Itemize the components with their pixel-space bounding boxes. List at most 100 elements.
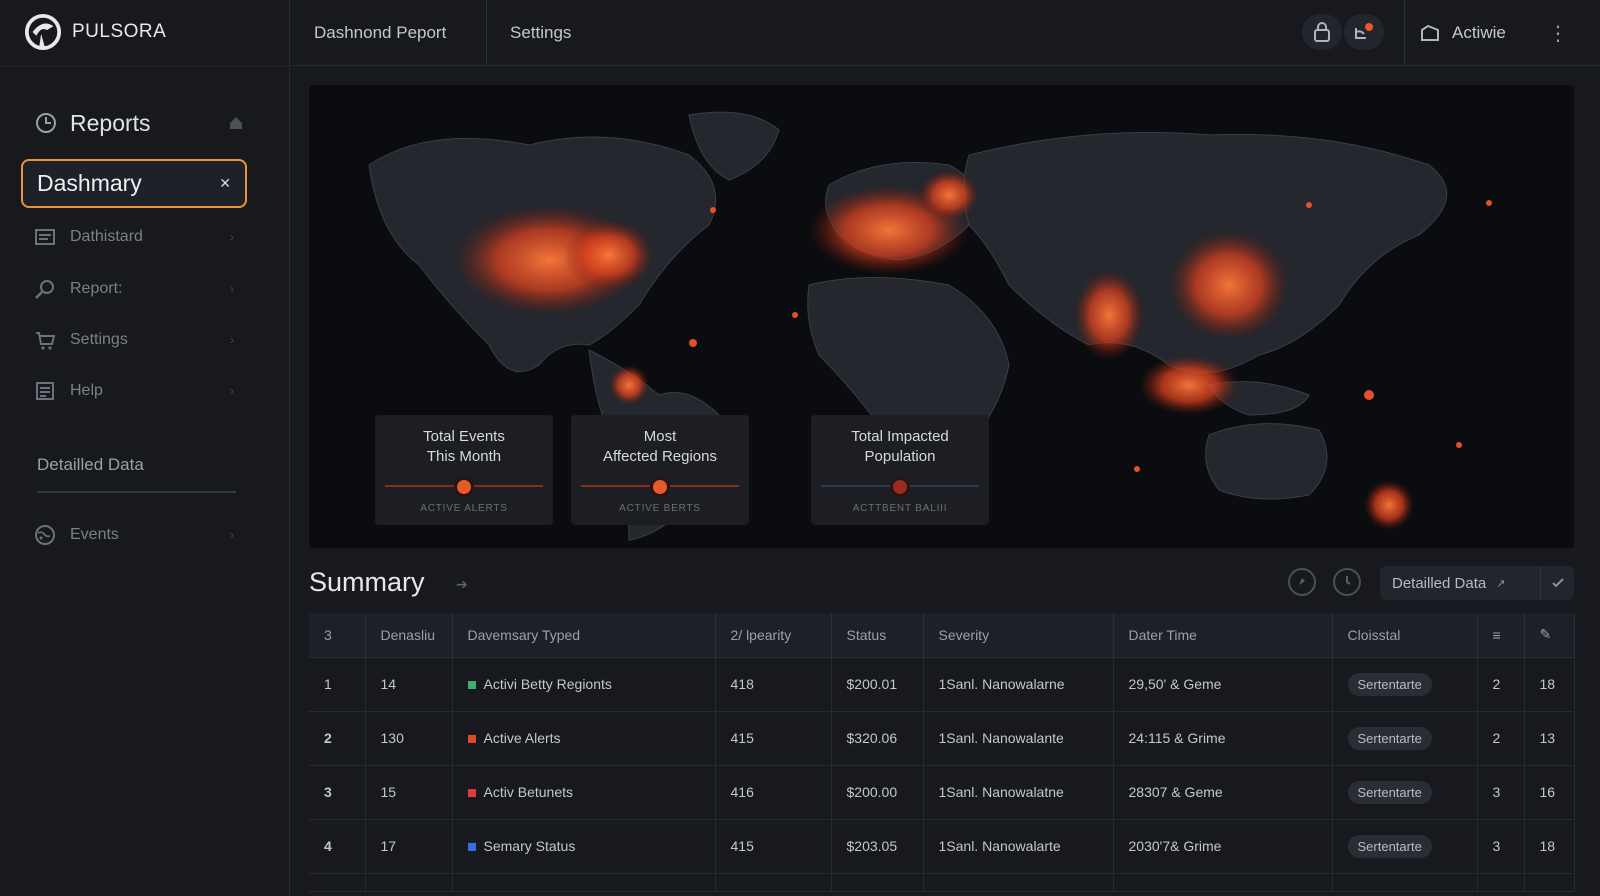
empty-cell	[1113, 873, 1333, 892]
cell-type: Activi Betty Regionts	[452, 657, 716, 712]
column-header[interactable]: 3	[309, 613, 366, 658]
sidebar-item-settings[interactable]: Settings ›	[34, 325, 234, 355]
cell-lpearity: 416	[715, 765, 832, 820]
cell-denasliu: 14	[365, 657, 453, 712]
cell-count-a: 2	[1477, 657, 1525, 712]
compass-icon	[1299, 578, 1305, 585]
notification-icon	[1355, 23, 1373, 39]
cell-classification: Sertentarte	[1332, 819, 1478, 874]
more-options-icon[interactable]: ⋮	[1548, 21, 1568, 46]
column-header[interactable]: Status	[831, 613, 924, 658]
sidebar-header-reports[interactable]: Reports	[34, 106, 244, 140]
stat-card-title: Total Events This Month	[375, 427, 553, 467]
cell-count-a: 3	[1477, 765, 1525, 820]
compass-button[interactable]	[1288, 568, 1316, 596]
stat-card-total-events[interactable]: Total Events This Month ACTIVE ALERTS	[375, 415, 553, 525]
cell-type: Active Alerts	[452, 711, 716, 766]
sidebar-item-report[interactable]: Report: ›	[34, 274, 234, 304]
stat-card-title-line: This Month	[426, 448, 502, 465]
stat-card-indicator	[650, 477, 670, 497]
column-header[interactable]: Denasliu	[365, 613, 453, 658]
column-header[interactable]: Dater Time	[1113, 613, 1333, 658]
brand-name: PULSORA	[72, 21, 167, 42]
cell-status: $200.01	[831, 657, 924, 712]
table-row[interactable]: 4 17 Semary Status 415 $203.05 1Sanl. Na…	[309, 819, 1575, 874]
tab-settings[interactable]: Settings	[510, 0, 571, 66]
clock-icon	[1346, 576, 1351, 585]
empty-cell	[309, 873, 366, 892]
pulsora-logo-icon	[24, 13, 62, 51]
sidebar-item-dathistard[interactable]: Dathistard ›	[34, 222, 234, 252]
cell-count-b: 16	[1524, 765, 1575, 820]
stat-card-indicator	[454, 477, 474, 497]
cell-count-b: 18	[1524, 819, 1575, 874]
cell-lpearity: 415	[715, 819, 832, 874]
summary-title: Summary	[309, 567, 425, 597]
row-index-link[interactable]: 3	[309, 765, 366, 820]
cell-severity: 1Sanl. Nanowalatne	[923, 765, 1114, 820]
status-badge[interactable]: Sertentarte	[1347, 834, 1432, 858]
lock-icon	[1314, 22, 1330, 42]
column-header-filter[interactable]: ≡	[1477, 613, 1525, 658]
column-header[interactable]: 2/ lpearity	[715, 613, 832, 658]
row-index-link[interactable]: 4	[309, 819, 366, 874]
history-button[interactable]	[1333, 568, 1361, 596]
cell-type: Activ Betunets	[452, 765, 716, 820]
empty-cell	[831, 873, 924, 892]
column-header-edit[interactable]: ✎	[1524, 613, 1575, 658]
table-row[interactable]: 2 130 Active Alerts 415 $320.06 1Sanl. N…	[309, 711, 1575, 766]
chevron-right-icon: ›	[230, 230, 234, 244]
column-header[interactable]: Cloisstal	[1332, 613, 1478, 658]
status-badge[interactable]: Sertentarte	[1347, 726, 1432, 750]
cell-status: $203.05	[831, 819, 924, 874]
row-index-link[interactable]: 2	[309, 711, 366, 766]
stat-card-footer: ACTIVE BERTS	[619, 503, 701, 514]
column-header[interactable]: Davemsary Typed	[452, 613, 716, 658]
summary-table: 3 Denasliu Davemsary Typed 2/ lpearity S…	[309, 613, 1575, 892]
stat-card-indicator	[890, 477, 910, 497]
sidebar-item-label: Report:	[70, 280, 123, 297]
stat-card-affected-regions[interactable]: Most Affected Regions ACTIVE BERTS	[571, 415, 749, 525]
folder-icon	[1421, 24, 1439, 41]
cell-type: Semary Status	[452, 819, 716, 874]
type-indicator	[467, 735, 476, 744]
table-header-row: 3 Denasliu Davemsary Typed 2/ lpearity S…	[309, 613, 1575, 658]
list-icon	[35, 229, 55, 245]
cell-type-label: Activ Betunets	[483, 784, 574, 800]
sidebar-item-label: Help	[70, 382, 103, 399]
close-icon[interactable]: ✕	[219, 175, 231, 192]
cell-time: 29,50' & Geme	[1113, 657, 1333, 712]
world-heat-map: Total Events This Month ACTIVE ALERTS Mo…	[309, 85, 1574, 548]
check-icon[interactable]	[1540, 566, 1574, 600]
table-row[interactable]: 1 14 Activi Betty Regionts 418 $200.01 1…	[309, 657, 1575, 712]
column-header[interactable]: Severity	[923, 613, 1114, 658]
cart-icon	[36, 332, 56, 350]
stat-card-impacted-population[interactable]: Total Impacted Population ACTTBENT BALII…	[811, 415, 989, 525]
cell-count-b: 18	[1524, 657, 1575, 712]
tab-dashboard-report[interactable]: Dashnond Peport	[314, 0, 446, 66]
sidebar-item-dashmary[interactable]: Dashmary ✕	[21, 159, 247, 208]
reports-icon	[36, 113, 56, 133]
search-icon	[35, 280, 54, 299]
cell-classification: Sertentarte	[1332, 657, 1478, 712]
empty-cell	[923, 873, 1114, 892]
notifications-button[interactable]	[1344, 14, 1384, 50]
status-badge[interactable]: Sertentarte	[1347, 780, 1432, 804]
brand[interactable]: PULSORA	[24, 12, 166, 52]
stat-card-title-line: Population	[864, 448, 936, 465]
home-icon[interactable]	[228, 115, 244, 131]
arrow-right-icon[interactable]: ➔	[456, 576, 468, 593]
sidebar-item-events[interactable]: Events ›	[34, 520, 234, 550]
sidebar-item-label: Settings	[70, 331, 128, 348]
stat-card-title-line: Total Events	[423, 428, 505, 445]
detailed-data-button[interactable]: Detailled Data ↗	[1380, 566, 1574, 600]
status-badge[interactable]: Sertentarte	[1347, 672, 1432, 696]
filter-lines-icon: ≡	[1492, 626, 1501, 643]
stat-card-footer: ACTIVE ALERTS	[420, 503, 508, 514]
document-icon	[36, 382, 54, 400]
sidebar-item-help[interactable]: Help ›	[34, 376, 234, 406]
lock-button[interactable]	[1302, 14, 1342, 50]
table-row[interactable]: 3 15 Activ Betunets 416 $200.00 1Sanl. N…	[309, 765, 1575, 820]
user-menu[interactable]: Actiwie	[1420, 0, 1506, 66]
globe-icon	[35, 525, 55, 545]
